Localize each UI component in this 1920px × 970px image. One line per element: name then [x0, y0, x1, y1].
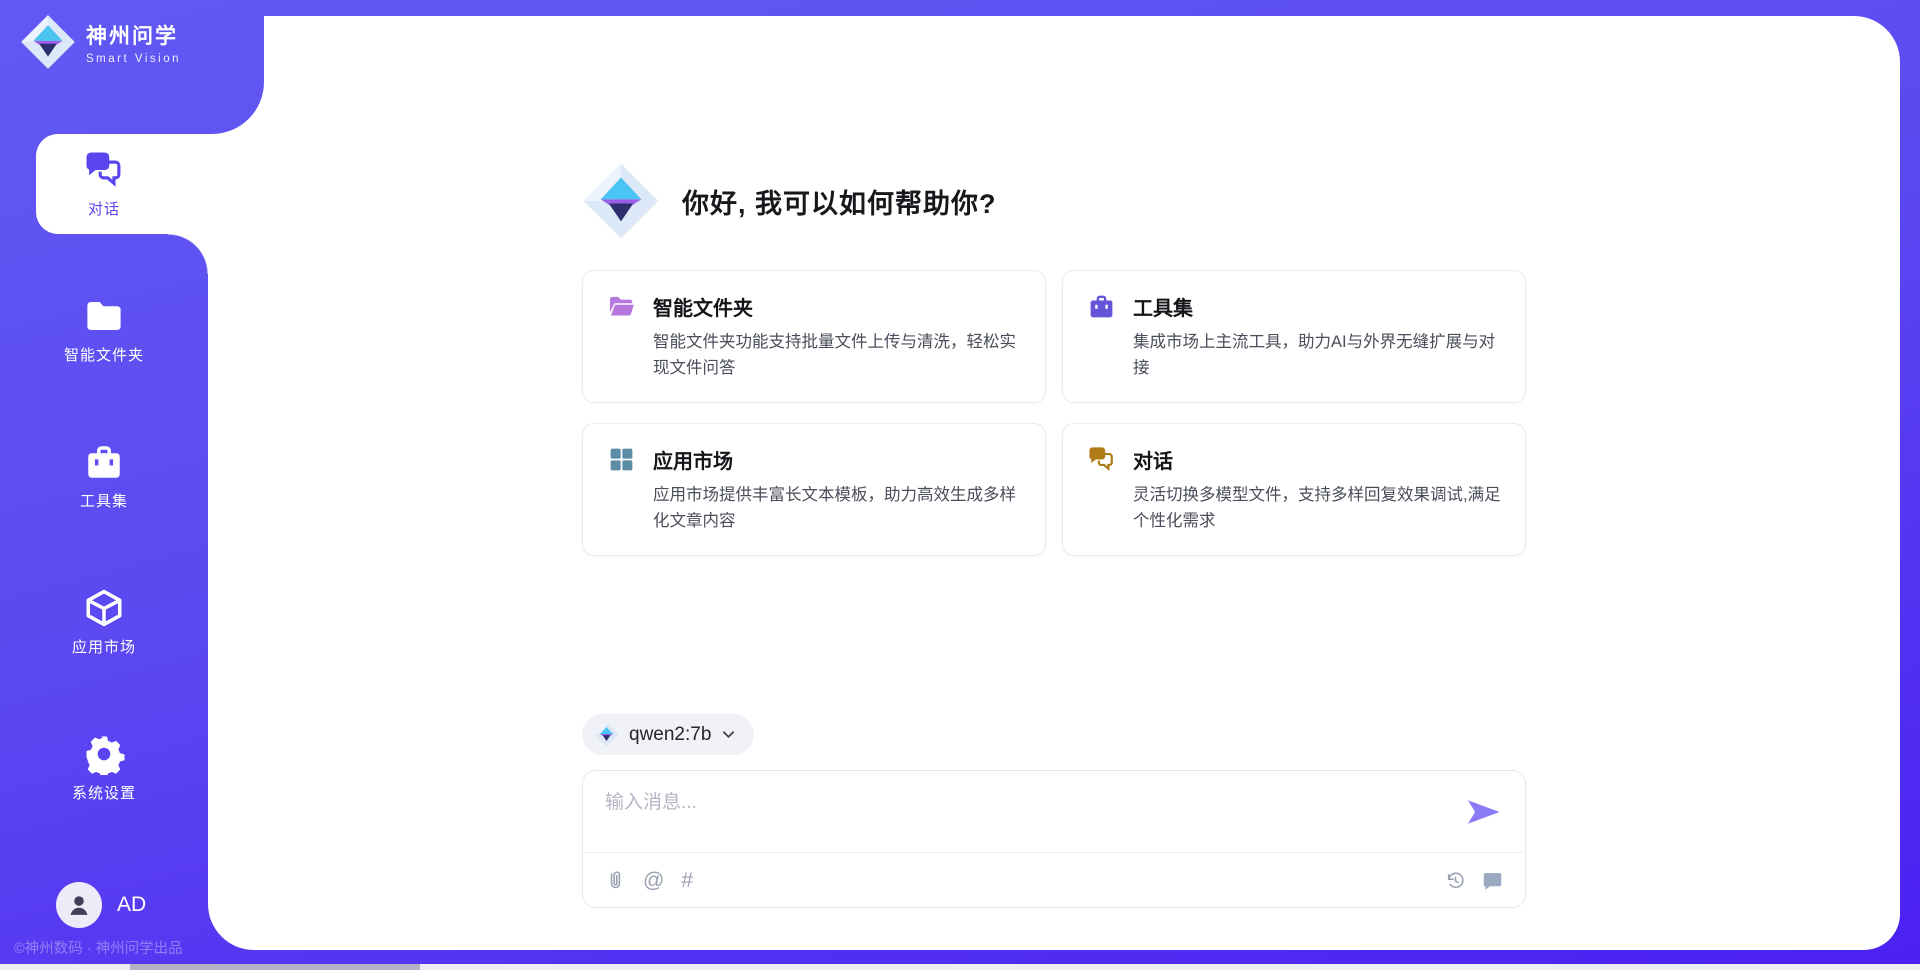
card-title: 智能文件夹 — [653, 292, 753, 321]
greeting-row: 你好, 我可以如何帮助你? — [582, 162, 1526, 240]
sidebar-item-smart-folder[interactable]: 智能文件夹 — [0, 280, 208, 380]
card-title: 工具集 — [1133, 292, 1193, 321]
sidebar-item-chat[interactable]: 对话 — [36, 134, 208, 234]
brand-subtitle: Smart Vision — [86, 53, 181, 65]
card-description: 灵活切换多模型文件，支持多样回复效果调试,满足个性化需求 — [1133, 483, 1501, 534]
sidebar-item-app-market[interactable]: 应用市场 — [0, 572, 208, 672]
card-chat[interactable]: 对话 灵活切换多模型文件，支持多样回复效果调试,满足个性化需求 — [1062, 423, 1526, 556]
horizontal-scrollbar-thumb[interactable] — [130, 964, 420, 970]
model-name: qwen2:7b — [629, 724, 711, 746]
chat-bubble-icon[interactable] — [1482, 870, 1503, 891]
card-toolbox[interactable]: 工具集 集成市场上主流工具，助力AI与外界无缝扩展与对接 — [1062, 270, 1526, 403]
grid-icon — [607, 445, 636, 474]
chat-bubbles-icon — [83, 149, 125, 191]
mention-icon[interactable]: @ — [643, 870, 664, 891]
send-icon[interactable] — [1467, 797, 1501, 827]
brand-name: 神州问学 — [86, 20, 181, 50]
message-composer: @ # — [582, 770, 1526, 908]
model-selector[interactable]: qwen2:7b — [582, 714, 754, 755]
gear-icon — [83, 733, 125, 775]
sidebar: 神州问学 Smart Vision 对话 智能文件夹 工具集 — [0, 0, 208, 970]
feature-cards: 智能文件夹 智能文件夹功能支持批量文件上传与清洗，轻松实现文件问答 工具集 集成… — [582, 270, 1526, 556]
card-title: 对话 — [1133, 445, 1173, 474]
avatar — [56, 882, 102, 928]
brand-gem-icon — [20, 14, 76, 70]
cube-icon — [83, 587, 125, 629]
sidebar-item-toolbox[interactable]: 工具集 — [0, 426, 208, 526]
sidebar-item-label: 应用市场 — [72, 636, 136, 657]
user-account[interactable]: AD — [56, 882, 146, 928]
main-content: 你好, 我可以如何帮助你? 智能文件夹 智能文件夹功能支持批量文件上传与清洗，轻… — [208, 16, 1900, 950]
greeting-gem-icon — [582, 162, 660, 240]
toolbox-icon — [1087, 292, 1116, 321]
folder-open-icon — [607, 292, 636, 321]
horizontal-scrollbar — [0, 964, 1920, 970]
user-name: AD — [117, 893, 146, 917]
attachment-icon[interactable] — [605, 870, 626, 891]
toolbox-icon — [83, 441, 125, 483]
message-input[interactable] — [605, 787, 1455, 845]
card-app-market[interactable]: 应用市场 应用市场提供丰富长文本模板，助力高效生成多样化文章内容 — [582, 423, 1046, 556]
history-icon[interactable] — [1445, 870, 1466, 891]
sidebar-item-label: 工具集 — [80, 490, 128, 511]
user-avatar-icon — [65, 891, 93, 919]
card-description: 智能文件夹功能支持批量文件上传与清洗，轻松实现文件问答 — [653, 330, 1021, 381]
sidebar-item-label: 对话 — [88, 198, 120, 219]
sidebar-nav: 对话 智能文件夹 工具集 应用市场 系统设置 — [0, 134, 208, 818]
folder-icon — [83, 295, 125, 337]
model-gem-icon — [594, 722, 619, 747]
brand-logo: 神州问学 Smart Vision — [20, 14, 181, 70]
chat-bubbles-icon — [1087, 445, 1116, 474]
card-title: 应用市场 — [653, 445, 733, 474]
hashtag-icon[interactable]: # — [681, 870, 693, 891]
sidebar-item-settings[interactable]: 系统设置 — [0, 718, 208, 818]
chevron-down-icon — [721, 727, 736, 742]
card-description: 集成市场上主流工具，助力AI与外界无缝扩展与对接 — [1133, 330, 1501, 381]
copyright: ©神州数码 · 神州问学出品 — [14, 937, 183, 958]
greeting-title: 你好, 我可以如何帮助你? — [682, 182, 997, 221]
card-description: 应用市场提供丰富长文本模板，助力高效生成多样化文章内容 — [653, 483, 1021, 534]
sidebar-item-label: 系统设置 — [72, 782, 136, 803]
sidebar-item-label: 智能文件夹 — [64, 344, 144, 365]
card-smart-folder[interactable]: 智能文件夹 智能文件夹功能支持批量文件上传与清洗，轻松实现文件问答 — [582, 270, 1046, 403]
composer-toolbar: @ # — [583, 852, 1525, 907]
